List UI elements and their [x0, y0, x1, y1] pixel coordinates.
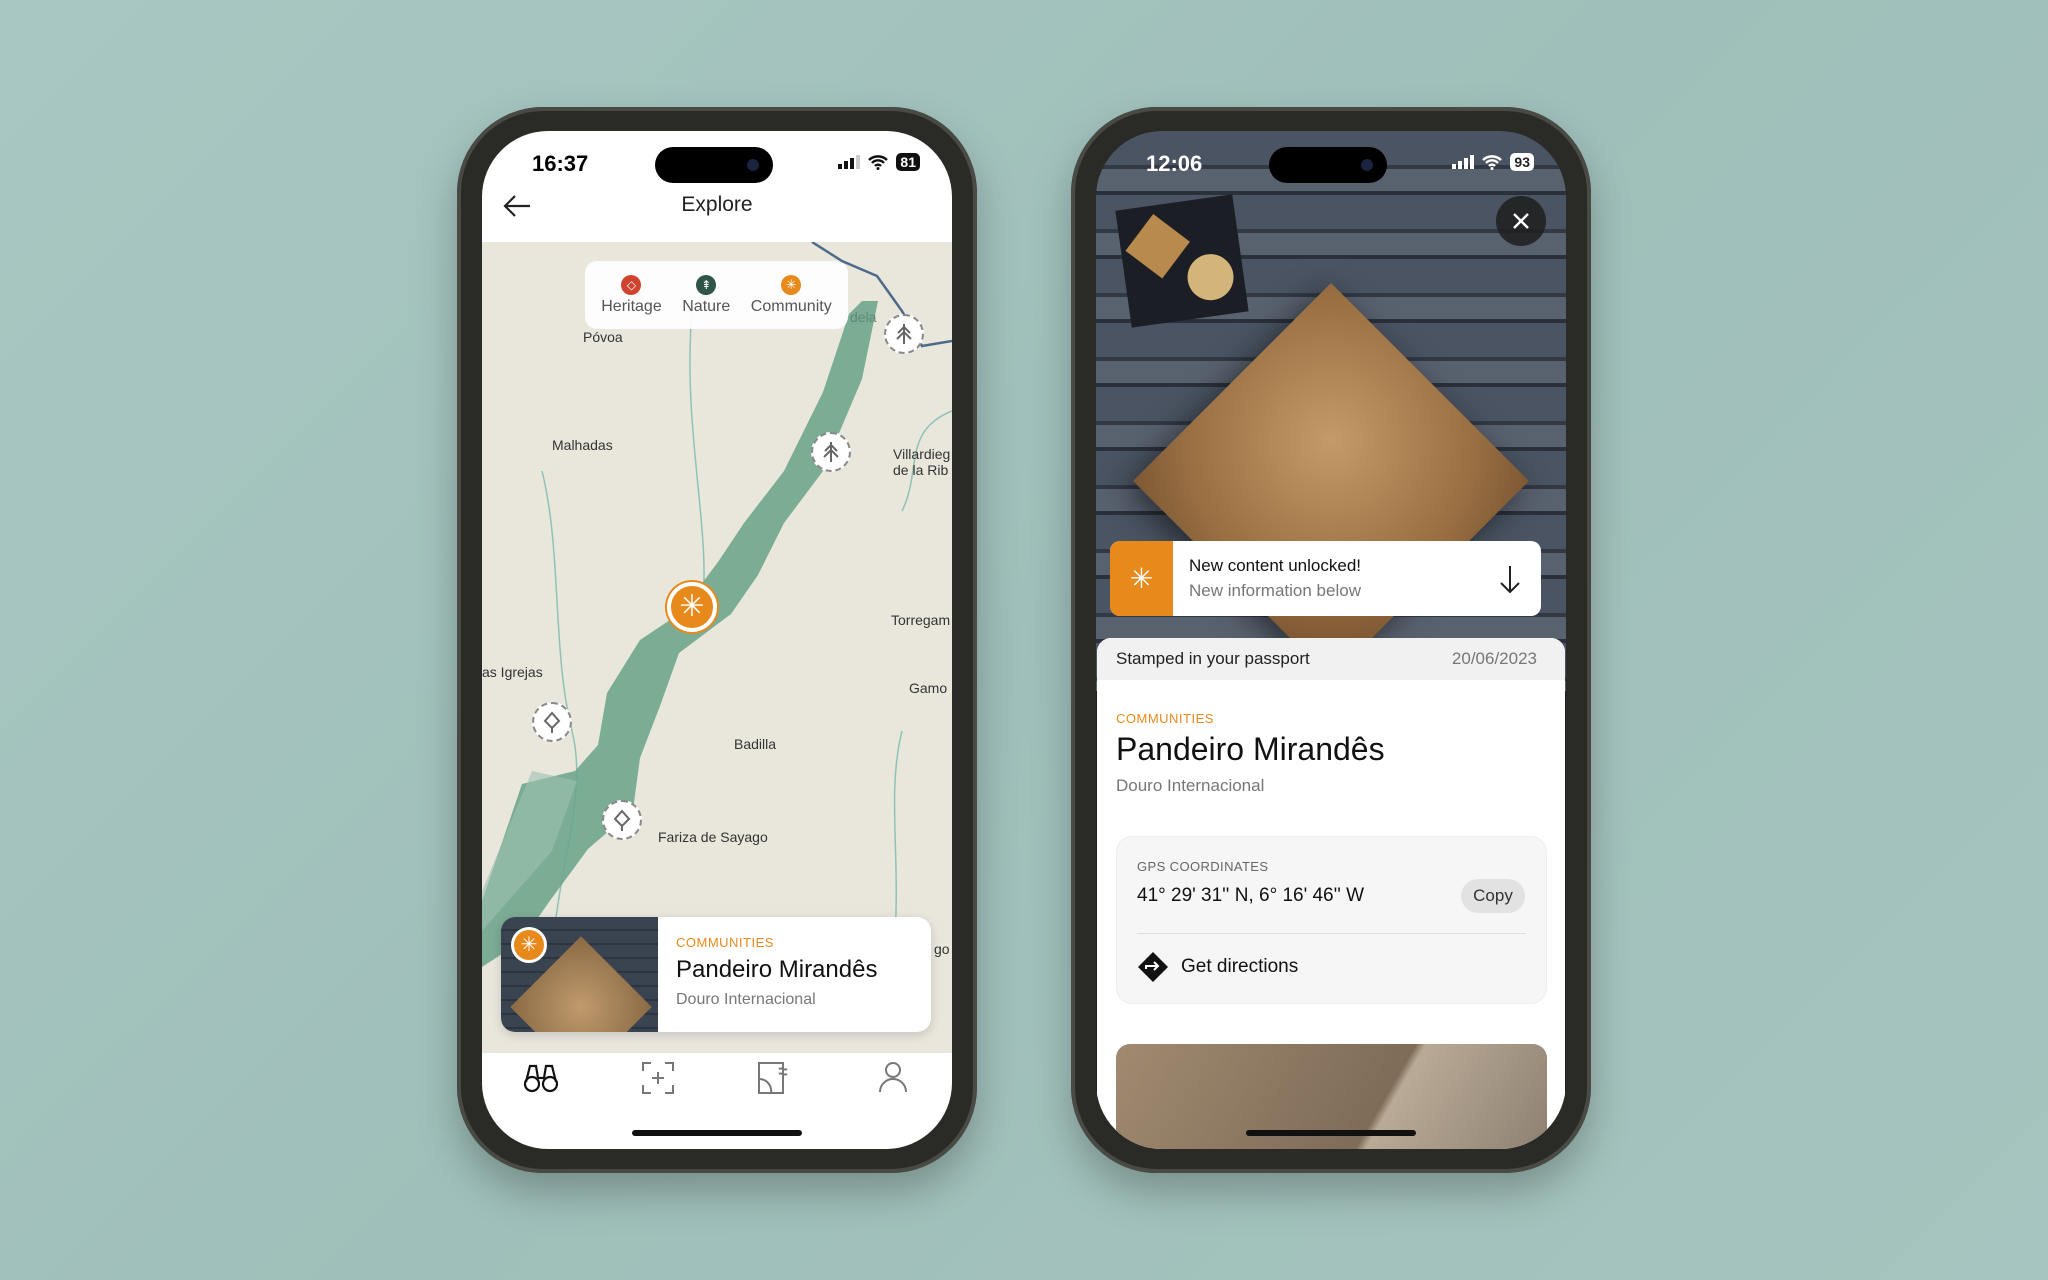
status-time: 12:06 — [1146, 151, 1203, 176]
tree-icon — [823, 442, 839, 462]
battery-level: 93 — [1510, 153, 1534, 171]
asterisk-icon: ✳ — [1110, 541, 1173, 616]
category-legend: ◇ Heritage ⇞ Nature ✳ Community — [585, 261, 848, 329]
profile-icon — [879, 1062, 907, 1093]
map-label: de la Rib — [893, 462, 949, 478]
legend-label: Heritage — [601, 297, 662, 315]
phone-explore: 16:37 81 Explore Póvoa Malhadas Villardi… — [457, 107, 977, 1173]
nav-profile[interactable] — [878, 1061, 908, 1098]
gps-box: GPS COORDINATES 41° 29' 31'' N, 6° 16' 4… — [1116, 836, 1547, 1004]
asterisk-icon: ✳ — [781, 274, 802, 295]
heritage-icon — [613, 809, 631, 831]
dynamic-island — [655, 147, 773, 183]
stamp-label: Stamped in your passport — [1116, 649, 1310, 668]
river-douro — [482, 301, 878, 967]
status-time: 16:37 — [532, 151, 589, 176]
detail-screen: 12:06 93 ✳ New content unlocked! New inf… — [1096, 131, 1566, 1149]
scan-add-icon — [642, 1062, 674, 1094]
map-icon — [758, 1062, 788, 1094]
map-label: Gamo — [909, 680, 948, 696]
place-card[interactable]: ✳ COMMUNITIES Pandeiro Mirandês Douro In… — [501, 917, 931, 1032]
map[interactable]: Póvoa Malhadas Villardieg de la Rib Torr… — [482, 242, 952, 1053]
map-label: Malhadas — [552, 437, 613, 453]
legend-nature[interactable]: ⇞ Nature — [682, 274, 731, 316]
detail-title: Pandeiro Mirandês — [1116, 731, 1385, 767]
signal-icon — [838, 155, 861, 169]
home-indicator — [1246, 1130, 1416, 1136]
unlock-banner[interactable]: ✳ New content unlocked! New information … — [1110, 541, 1541, 616]
arrow-down-icon — [1500, 565, 1520, 593]
nature-marker[interactable] — [811, 432, 851, 472]
map-label: Torregam — [891, 612, 951, 628]
passport-stamp-image — [1115, 194, 1249, 328]
legend-label: Community — [750, 297, 832, 315]
card-title: Pandeiro Mirandês — [676, 956, 878, 983]
detail-subtitle: Douro Internacional — [1116, 776, 1265, 795]
close-button[interactable] — [1496, 196, 1546, 246]
map-label: Fariza de Sayago — [658, 829, 768, 845]
heritage-marker[interactable] — [532, 702, 572, 742]
banner-subtitle: New information below — [1189, 581, 1361, 600]
map-label: Villardieg — [893, 446, 951, 462]
nav-explore[interactable] — [523, 1061, 559, 1098]
divider — [1137, 933, 1526, 934]
status-icons: 81 — [838, 153, 920, 171]
heritage-marker[interactable] — [602, 800, 642, 840]
stamp-bar: Stamped in your passport 20/06/2023 — [1097, 638, 1565, 680]
nav-passport[interactable] — [757, 1061, 791, 1100]
map-label: go — [934, 941, 950, 957]
map-label: as Igrejas — [482, 664, 543, 680]
banner-title: New content unlocked! — [1189, 556, 1361, 575]
page-title: Explore — [681, 193, 753, 216]
explore-screen: 16:37 81 Explore Póvoa Malhadas Villardi… — [482, 131, 952, 1149]
phone-detail: 12:06 93 ✳ New content unlocked! New inf… — [1071, 107, 1591, 1173]
wifi-icon — [1482, 154, 1503, 170]
close-icon — [1513, 213, 1529, 229]
nav-scan[interactable] — [641, 1061, 675, 1100]
card-subtitle: Douro Internacional — [676, 991, 816, 1008]
battery-level: 81 — [896, 153, 920, 171]
copy-button[interactable]: Copy — [1461, 879, 1525, 913]
directions-label: Get directions — [1181, 956, 1299, 977]
map-label: Póvoa — [583, 329, 623, 345]
gps-value: 41° 29' 31'' N, 6° 16' 46'' W — [1137, 885, 1365, 906]
tree-icon: ⇞ — [696, 274, 717, 295]
directions-icon — [1138, 952, 1168, 982]
card-category: COMMUNITIES — [676, 935, 774, 950]
home-indicator — [632, 1130, 802, 1136]
binoculars-icon — [523, 1064, 559, 1093]
place-thumbnail: ✳ — [501, 917, 658, 1032]
tree-icon — [896, 324, 912, 344]
heritage-icon — [543, 711, 561, 733]
heritage-icon: ◇ — [621, 274, 642, 295]
wifi-icon — [868, 154, 889, 170]
gps-label: GPS COORDINATES — [1137, 859, 1269, 874]
signal-icon — [1452, 155, 1475, 169]
legend-heritage[interactable]: ◇ Heritage — [601, 274, 662, 316]
asterisk-icon: ✳ — [679, 590, 705, 623]
nature-marker[interactable] — [884, 314, 924, 354]
get-directions-button[interactable]: Get directions — [1137, 951, 1298, 983]
legend-community[interactable]: ✳ Community — [750, 274, 832, 316]
legend-label: Nature — [682, 297, 731, 315]
map-label: dela — [850, 309, 877, 325]
map-label: Badilla — [734, 736, 777, 752]
community-marker-selected[interactable]: ✳ — [667, 582, 717, 632]
status-icons: 93 — [1452, 153, 1534, 171]
detail-sheet: Stamped in your passport 20/06/2023 COMM… — [1097, 638, 1565, 1149]
stamp-date: 20/06/2023 — [1451, 649, 1537, 668]
dynamic-island — [1269, 147, 1387, 183]
asterisk-icon: ✳ — [511, 927, 547, 963]
detail-category: COMMUNITIES — [1116, 711, 1214, 726]
